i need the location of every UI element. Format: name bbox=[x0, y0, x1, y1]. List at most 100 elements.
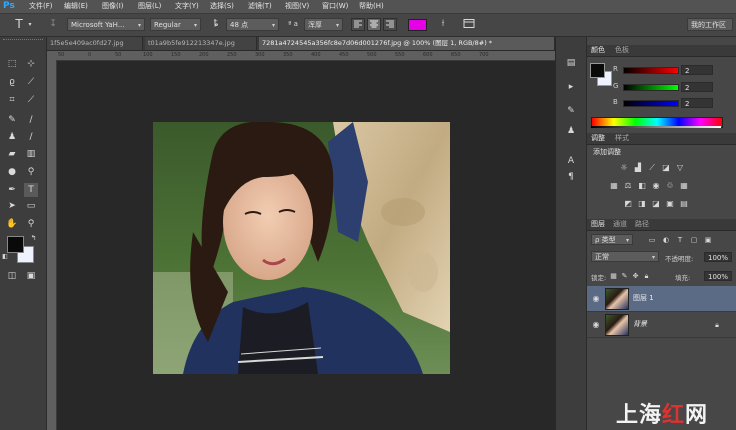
doc-tab-2[interactable]: t01a9b5fe912213347e.jpg bbox=[145, 37, 257, 50]
character-panel-icon[interactable] bbox=[462, 18, 476, 33]
brush-tool-icon[interactable]: ∕ bbox=[24, 113, 38, 127]
r-channel-field[interactable]: 2 bbox=[681, 65, 713, 75]
filter-smart-object-icon[interactable]: ▣ bbox=[703, 234, 713, 246]
menu-select[interactable]: 选择(S) bbox=[210, 0, 234, 13]
menu-filter[interactable]: 滤镜(T) bbox=[248, 0, 272, 13]
curves-icon[interactable]: ⟋ bbox=[647, 163, 657, 173]
levels-icon[interactable]: ▟ bbox=[633, 163, 643, 173]
canvas-area[interactable] bbox=[57, 61, 555, 430]
g-channel-slider[interactable] bbox=[623, 84, 679, 91]
healing-brush-tool-icon[interactable]: ✎ bbox=[5, 113, 19, 127]
workspace-switcher[interactable]: 我的工作区 bbox=[687, 18, 733, 31]
document-image[interactable] bbox=[153, 122, 450, 374]
tab-swatches[interactable]: 色板 bbox=[615, 45, 629, 55]
b-channel-slider[interactable] bbox=[623, 100, 679, 107]
character-panel-icon[interactable]: A bbox=[564, 155, 578, 167]
filter-type-icon[interactable]: T bbox=[675, 234, 685, 246]
tab-styles[interactable]: 样式 bbox=[615, 133, 629, 143]
align-center-button[interactable] bbox=[367, 18, 381, 31]
align-right-button[interactable] bbox=[383, 18, 397, 31]
zoom-tool-icon[interactable]: ⚲ bbox=[24, 217, 38, 231]
type-tool-icon[interactable]: T bbox=[12, 18, 26, 30]
fill-field[interactable]: 100% bbox=[704, 271, 732, 281]
antialias-select[interactable]: 浑厚 ▾ bbox=[304, 18, 343, 31]
blur-tool-icon[interactable]: ● bbox=[5, 165, 19, 179]
doc-tab-active[interactable]: 7281a4724545a356fc8e7d06d00127­6f.jpg @ … bbox=[259, 37, 555, 50]
swap-colors-icon[interactable]: ↰ bbox=[29, 234, 38, 243]
tab-paths[interactable]: 路径 bbox=[635, 219, 649, 229]
menu-view[interactable]: 视图(V) bbox=[285, 0, 309, 13]
menu-image[interactable]: 图像(I) bbox=[102, 0, 124, 13]
history-panel-icon[interactable]: ▤ bbox=[564, 57, 578, 69]
menu-help[interactable]: 帮助(H) bbox=[359, 0, 384, 13]
lock-position-icon[interactable]: ✥ bbox=[631, 270, 640, 282]
doc-tab-1[interactable]: 1f5e5e409ac0fd27.jpg bbox=[47, 37, 143, 50]
paragraph-panel-icon[interactable]: ¶ bbox=[564, 171, 578, 183]
hand-tool-icon[interactable]: ✋ bbox=[5, 217, 19, 231]
eyedropper-tool-icon[interactable]: ⟋ bbox=[24, 93, 38, 107]
exposure-icon[interactable]: ◪ bbox=[661, 163, 671, 173]
photo-filter-icon[interactable]: ◉ bbox=[651, 181, 661, 191]
marquee-tool-icon[interactable]: ⬚ bbox=[5, 57, 19, 71]
clone-stamp-tool-icon[interactable]: ♟ bbox=[5, 130, 19, 144]
lock-pixels-icon[interactable]: ✎ bbox=[620, 270, 629, 282]
history-brush-tool-icon[interactable]: ∕ bbox=[24, 130, 38, 144]
font-style-select[interactable]: Regular ▾ bbox=[150, 18, 201, 31]
layer-row-background[interactable]: ◉ 背景 🔒︎ bbox=[587, 312, 736, 338]
posterize-icon[interactable]: ◨ bbox=[637, 199, 647, 209]
rectangle-tool-icon[interactable]: ▭ bbox=[24, 199, 38, 213]
lock-all-icon[interactable]: 🔒︎ bbox=[642, 270, 651, 282]
pen-tool-icon[interactable]: ✒ bbox=[5, 183, 19, 197]
b-channel-field[interactable]: 2 bbox=[681, 98, 713, 108]
type-tool-active-icon[interactable]: T bbox=[24, 183, 38, 197]
text-orientation-icon[interactable]: ↧ bbox=[46, 18, 60, 30]
actions-panel-icon[interactable]: ▸ bbox=[564, 81, 578, 93]
lock-transparent-icon[interactable]: ▦ bbox=[609, 270, 618, 282]
menu-edit[interactable]: 编辑(E) bbox=[64, 0, 88, 13]
brush-panel-icon[interactable]: ✎ bbox=[564, 105, 578, 117]
visibility-eye-icon[interactable]: ◉ bbox=[591, 293, 601, 305]
menu-layer[interactable]: 图层(L) bbox=[138, 0, 161, 13]
filter-shape-icon[interactable]: ▢ bbox=[689, 234, 699, 246]
align-left-button[interactable] bbox=[351, 18, 365, 31]
move-tool-icon[interactable]: ⊹ bbox=[24, 57, 38, 71]
r-channel-slider[interactable] bbox=[623, 67, 679, 74]
filter-adjustment-icon[interactable]: ◐ bbox=[661, 234, 671, 246]
opacity-field[interactable]: 100% bbox=[704, 252, 732, 262]
layer-name[interactable]: 背景 bbox=[633, 319, 647, 329]
gradient-map-icon[interactable]: ▤ bbox=[679, 199, 689, 209]
gradient-tool-icon[interactable]: ▥ bbox=[24, 147, 38, 161]
threshold-icon[interactable]: ◪ bbox=[651, 199, 661, 209]
quick-mask-icon[interactable]: ◫ bbox=[5, 269, 19, 283]
menu-file[interactable]: 文件(F) bbox=[29, 0, 53, 13]
clone-source-panel-icon[interactable]: ♟ bbox=[564, 125, 578, 137]
color-balance-icon[interactable]: ⚖ bbox=[623, 181, 633, 191]
eraser-tool-icon[interactable]: ▰ bbox=[5, 147, 19, 161]
filter-pixel-icon[interactable]: ▭ bbox=[647, 234, 657, 246]
layer-filter-select[interactable]: ρ 类型 ▾ bbox=[591, 234, 633, 245]
font-family-select[interactable]: Microsoft YaH... ▾ bbox=[67, 18, 145, 31]
path-select-tool-icon[interactable]: ➤ bbox=[5, 199, 19, 213]
layer-name[interactable]: 图层 1 bbox=[633, 293, 654, 303]
warp-text-icon[interactable]: ⟊ bbox=[436, 18, 450, 30]
screen-mode-icon[interactable]: ▣ bbox=[24, 269, 38, 283]
selective-color-icon[interactable]: ▣ bbox=[665, 199, 675, 209]
menu-window[interactable]: 窗口(W) bbox=[322, 0, 348, 13]
tab-layers[interactable]: 图层 bbox=[591, 219, 605, 229]
text-color-swatch[interactable] bbox=[408, 19, 427, 31]
visibility-eye-icon[interactable]: ◉ bbox=[591, 319, 601, 331]
color-lookup-icon[interactable]: ▦ bbox=[679, 181, 689, 191]
brightness-contrast-icon[interactable]: ☼ bbox=[619, 163, 629, 173]
tab-color[interactable]: 颜色 bbox=[591, 45, 605, 55]
quick-select-tool-icon[interactable]: ⟋ bbox=[24, 75, 38, 89]
channel-mixer-icon[interactable]: ♲ bbox=[665, 181, 675, 191]
tool-preset-dropdown-icon[interactable]: ▾ bbox=[27, 19, 33, 31]
layer-row-layer1[interactable]: ◉ 图层 1 bbox=[587, 286, 736, 312]
menu-type[interactable]: 文字(Y) bbox=[175, 0, 199, 13]
tab-adjustments[interactable]: 调整 bbox=[591, 133, 605, 143]
vibrance-icon[interactable]: ▽ bbox=[675, 163, 685, 173]
default-colors-icon[interactable]: ◧ bbox=[1, 253, 9, 261]
dodge-tool-icon[interactable]: ⚲ bbox=[24, 165, 38, 179]
tab-channels[interactable]: 通道 bbox=[613, 219, 627, 229]
invert-icon[interactable]: ◩ bbox=[623, 199, 633, 209]
